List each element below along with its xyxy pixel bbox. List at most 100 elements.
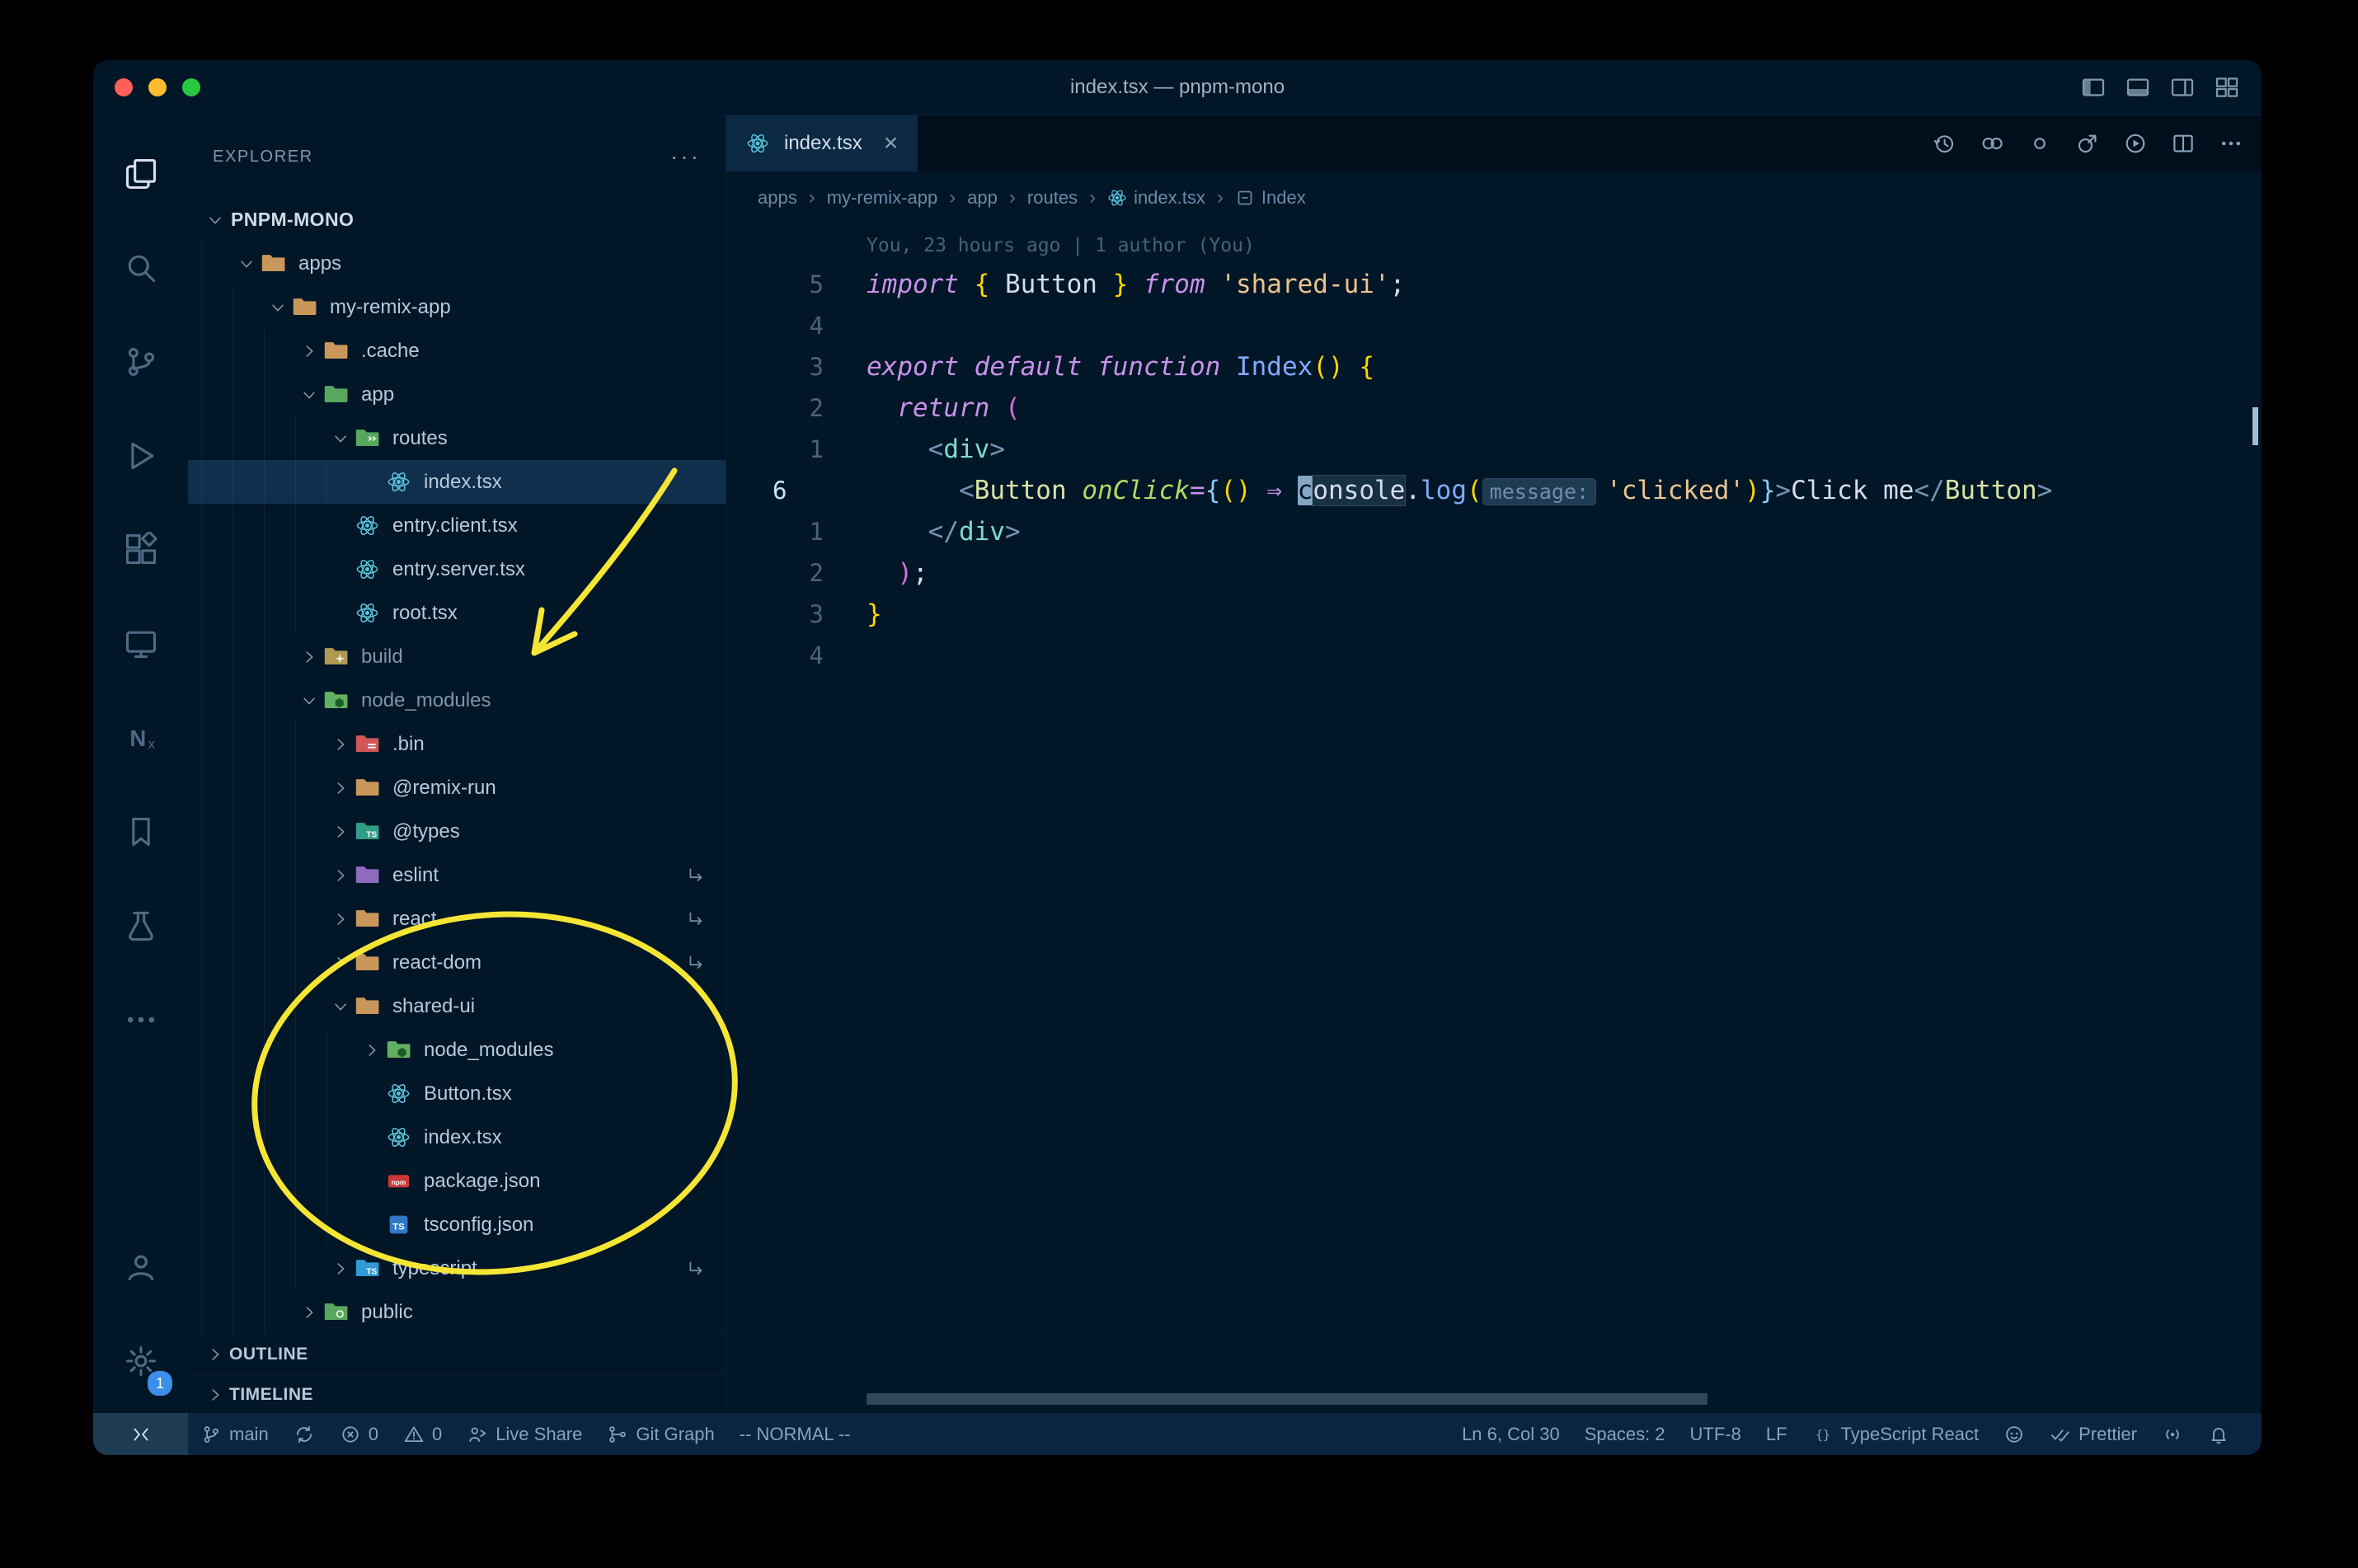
code-line[interactable]: 1 </div> xyxy=(726,511,2262,552)
tree-item-node-modules[interactable]: node_modules xyxy=(188,678,726,722)
tree-item-button-tsx[interactable]: Button.tsx xyxy=(188,1072,726,1115)
tree-item-root-tsx[interactable]: root.tsx xyxy=(188,591,726,635)
status-item-branch[interactable]: main xyxy=(188,1413,281,1455)
account-icon[interactable] xyxy=(93,1220,188,1314)
tree-item-eslint[interactable]: eslint xyxy=(188,853,726,897)
breadcrumb-item-apps[interactable]: apps xyxy=(758,187,797,209)
status-item-live-share[interactable]: Live Share xyxy=(454,1413,594,1455)
more-views-icon[interactable] xyxy=(93,973,188,1067)
extensions-icon[interactable] xyxy=(93,503,188,597)
settings-icon[interactable]: 1 xyxy=(93,1314,188,1408)
tree-item-build[interactable]: build xyxy=(188,635,726,678)
breadcrumb-item-routes[interactable]: routes xyxy=(1027,187,1078,209)
status-item-copilot[interactable] xyxy=(1991,1413,2037,1455)
status-item-sync[interactable] xyxy=(281,1413,327,1455)
breadcrumb-item-app[interactable]: app xyxy=(967,187,998,209)
tree-item-my-remix-app[interactable]: my-remix-app xyxy=(188,285,726,329)
split-editor-icon[interactable] xyxy=(2171,131,2196,156)
status-item-eol[interactable]: LF xyxy=(1754,1413,1800,1455)
open-changes-icon[interactable] xyxy=(1980,131,2004,156)
code-line[interactable]: 4 xyxy=(726,635,2262,676)
sidebar-section-outline[interactable]: OUTLINE xyxy=(188,1334,726,1374)
status-item-warnings[interactable]: 0 xyxy=(391,1413,454,1455)
explorer-icon[interactable] xyxy=(93,127,188,221)
sidebar-sections: OUTLINE TIMELINE xyxy=(188,1334,726,1415)
tree-item-routes[interactable]: routes xyxy=(188,416,726,460)
timeline-icon[interactable] xyxy=(1932,131,1956,156)
zoom-window-button[interactable] xyxy=(182,78,200,96)
sidebar-more-actions[interactable]: ··· xyxy=(670,143,701,170)
code-line[interactable]: 2 ); xyxy=(726,552,2262,594)
run-code-icon[interactable] xyxy=(2123,131,2148,156)
source-control-icon[interactable] xyxy=(93,315,188,409)
status-item-formatter[interactable]: Prettier xyxy=(2037,1413,2149,1455)
code-editor[interactable]: You, 23 hours ago | 1 author (You) 5 impo… xyxy=(726,224,2262,1413)
tree-item-package-json[interactable]: npm package.json xyxy=(188,1159,726,1203)
code-line[interactable]: 4 xyxy=(726,305,2262,346)
code-line[interactable]: 2 return ( xyxy=(726,387,2262,429)
status-item-indentation[interactable]: Spaces: 2 xyxy=(1572,1413,1678,1455)
tree-item--cache[interactable]: .cache xyxy=(188,329,726,373)
breadcrumb-item-index-tsx[interactable]: index.tsx xyxy=(1107,187,1205,209)
sidebar-section-timeline[interactable]: TIMELINE xyxy=(188,1374,726,1415)
test-explorer-icon[interactable] xyxy=(93,879,188,973)
run-debug-icon[interactable] xyxy=(93,409,188,503)
indent-guide xyxy=(295,1072,326,1115)
layout-sidebar-right-icon[interactable] xyxy=(2169,74,2196,101)
close-window-button[interactable] xyxy=(115,78,133,96)
preview-icon[interactable] xyxy=(2075,131,2100,156)
tree-item-apps[interactable]: apps xyxy=(188,242,726,285)
tree-item-index-tsx[interactable]: index.tsx xyxy=(188,1115,726,1159)
tree-item-label: @remix-run xyxy=(392,776,496,799)
more-actions-icon[interactable] xyxy=(2219,131,2243,156)
layout-panel-bottom-icon[interactable] xyxy=(2125,74,2151,101)
tree-item-entry-server-tsx[interactable]: entry.server.tsx xyxy=(188,547,726,591)
status-item-notifications[interactable] xyxy=(2196,1413,2242,1455)
status-item-encoding[interactable]: UTF-8 xyxy=(1678,1413,1754,1455)
status-item-remote-indicator[interactable] xyxy=(93,1413,188,1455)
remote-explorer-icon[interactable] xyxy=(93,597,188,691)
tree-item-shared-ui[interactable]: shared-ui xyxy=(188,984,726,1028)
tree-item-node-modules[interactable]: node_modules xyxy=(188,1028,726,1072)
tree-item-pnpm-mono[interactable]: PNPM-MONO xyxy=(188,198,726,242)
status-item-cursor-position[interactable]: Ln 6, Col 30 xyxy=(1449,1413,1572,1455)
status-item-language-mode[interactable]: {} TypeScript React xyxy=(1800,1413,1992,1455)
tree-item--types[interactable]: TS @types xyxy=(188,810,726,853)
tree-item--bin[interactable]: .bin xyxy=(188,722,726,766)
bookmarks-icon[interactable] xyxy=(93,785,188,879)
code-line[interactable]: 3 export default function Index() { xyxy=(726,346,2262,387)
indent-guide xyxy=(201,1028,233,1072)
status-item-errors[interactable]: 0 xyxy=(327,1413,391,1455)
horizontal-scrollbar[interactable] xyxy=(867,1393,1707,1405)
tree-item-public[interactable]: public xyxy=(188,1290,726,1334)
tree-item-entry-client-tsx[interactable]: entry.client.tsx xyxy=(188,504,726,547)
outline-icon[interactable] xyxy=(2027,131,2052,156)
tree-item-react-dom[interactable]: react-dom xyxy=(188,941,726,984)
tree-item-react[interactable]: react xyxy=(188,897,726,941)
code-line[interactable]: 5 import { Button } from 'shared-ui'; xyxy=(726,264,2262,305)
layout-sidebar-left-icon[interactable] xyxy=(2080,74,2107,101)
tree-item-index-tsx[interactable]: index.tsx xyxy=(188,460,726,504)
tree-item-tsconfig-json[interactable]: TS tsconfig.json xyxy=(188,1203,726,1246)
status-item-vim-mode[interactable]: -- NORMAL -- xyxy=(727,1413,863,1455)
code-line[interactable]: 1 <div> xyxy=(726,429,2262,470)
code-token: } xyxy=(867,599,882,629)
search-icon[interactable] xyxy=(93,221,188,315)
layout-grid-icon[interactable] xyxy=(2214,74,2240,101)
status-item-git-graph[interactable]: Git Graph xyxy=(594,1413,726,1455)
indent-guide xyxy=(295,810,326,853)
tree-item--remix-run[interactable]: @remix-run xyxy=(188,766,726,810)
code-line[interactable]: 3} xyxy=(726,594,2262,635)
status-item-screen-reader[interactable] xyxy=(2149,1413,2196,1455)
breadcrumb-item-my-remix-app[interactable]: my-remix-app xyxy=(827,187,937,209)
breadcrumb-item-index[interactable]: Index xyxy=(1235,187,1306,209)
breadcrumb-label: routes xyxy=(1026,187,1078,208)
tab-index-tsx[interactable]: index.tsx × xyxy=(726,115,918,171)
tree-item-typescript[interactable]: TS typescript xyxy=(188,1246,726,1290)
close-tab-icon[interactable]: × xyxy=(884,131,899,156)
nx-console-icon[interactable]: Nx xyxy=(93,691,188,785)
tree-item-app[interactable]: app xyxy=(188,373,726,416)
minimize-window-button[interactable] xyxy=(148,78,167,96)
code-line[interactable]: 6 <Button onClick={() ⇒ console.log(mess… xyxy=(726,470,2262,511)
